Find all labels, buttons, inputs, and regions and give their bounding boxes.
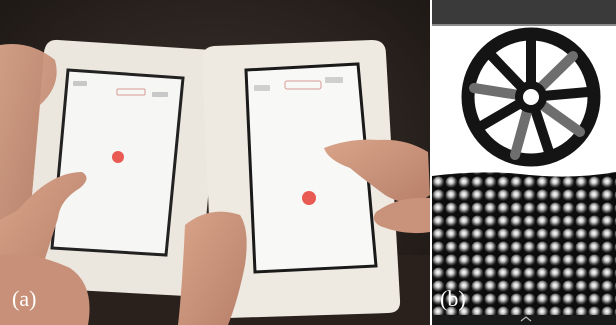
right-screen-button-2 bbox=[325, 77, 343, 83]
toolbar-edge bbox=[432, 24, 616, 26]
figure-svg bbox=[0, 0, 616, 325]
panel-divider bbox=[430, 0, 432, 325]
panel-b-screen bbox=[432, 0, 616, 325]
toolbar-strip bbox=[432, 0, 616, 24]
wheel-hub-hole bbox=[523, 89, 539, 105]
right-screen-dot bbox=[302, 191, 316, 205]
panel-label-a: (a) bbox=[12, 286, 37, 311]
bottom-strip bbox=[432, 315, 616, 325]
left-screen-button-2 bbox=[152, 92, 168, 97]
panel-label-b: (b) bbox=[440, 286, 466, 311]
left-screen-dot bbox=[112, 151, 124, 163]
panel-a-photo bbox=[0, 0, 430, 325]
composite-figure: (a) (b) bbox=[0, 0, 616, 325]
left-screen-button bbox=[73, 81, 87, 86]
right-screen-button bbox=[254, 85, 270, 91]
